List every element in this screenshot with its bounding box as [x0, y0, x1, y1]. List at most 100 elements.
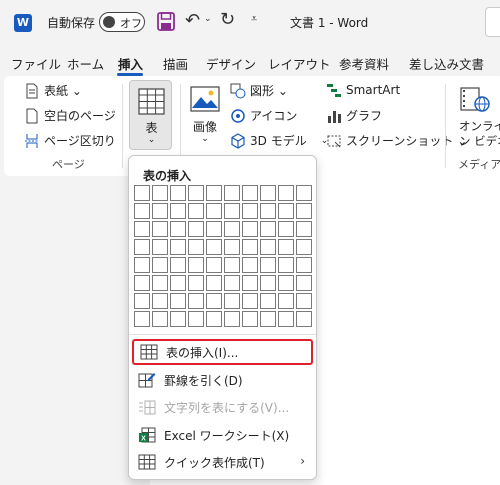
grid-cell[interactable] — [242, 185, 258, 201]
grid-cell[interactable] — [260, 239, 276, 255]
grid-cell[interactable] — [278, 275, 294, 291]
grid-cell[interactable] — [134, 293, 150, 309]
shapes-button[interactable]: 図形 ⌄ — [230, 82, 288, 99]
grid-cell[interactable] — [242, 275, 258, 291]
excel-worksheet-menu-item[interactable]: X Excel ワークシート(X) — [132, 422, 313, 448]
grid-cell[interactable] — [134, 185, 150, 201]
grid-cell[interactable] — [260, 203, 276, 219]
grid-cell[interactable] — [206, 203, 222, 219]
tab-draw[interactable]: 描画 — [163, 54, 188, 73]
grid-cell[interactable] — [296, 203, 312, 219]
grid-cell[interactable] — [188, 311, 204, 327]
save-icon[interactable] — [157, 12, 175, 31]
grid-cell[interactable] — [170, 311, 186, 327]
page-break-button[interactable]: ページ区切り — [24, 132, 116, 149]
grid-cell[interactable] — [206, 293, 222, 309]
grid-cell[interactable] — [224, 239, 240, 255]
grid-cell[interactable] — [188, 275, 204, 291]
autosave-toggle[interactable]: オフ — [99, 12, 145, 32]
grid-cell[interactable] — [278, 257, 294, 273]
grid-cell[interactable] — [278, 185, 294, 201]
grid-cell[interactable] — [296, 221, 312, 237]
grid-cell[interactable] — [260, 275, 276, 291]
grid-cell[interactable] — [134, 311, 150, 327]
grid-cell[interactable] — [278, 239, 294, 255]
grid-cell[interactable] — [206, 257, 222, 273]
grid-cell[interactable] — [260, 221, 276, 237]
grid-cell[interactable] — [260, 185, 276, 201]
icons-button[interactable]: アイコン — [230, 107, 297, 124]
grid-cell[interactable] — [206, 185, 222, 201]
grid-cell[interactable] — [224, 311, 240, 327]
tab-layout[interactable]: レイアウト — [268, 54, 331, 73]
grid-cell[interactable] — [188, 293, 204, 309]
grid-cell[interactable] — [242, 203, 258, 219]
grid-cell[interactable] — [242, 257, 258, 273]
grid-cell[interactable] — [242, 293, 258, 309]
grid-cell[interactable] — [170, 257, 186, 273]
insert-table-menu-item[interactable]: 表の挿入(I)... — [132, 339, 313, 365]
grid-cell[interactable] — [134, 203, 150, 219]
3d-models-button[interactable]: 3D モデル ⌄ — [230, 132, 328, 149]
quick-tables-menu-item[interactable]: クイック表作成(T) › — [132, 449, 313, 475]
grid-cell[interactable] — [206, 239, 222, 255]
grid-cell[interactable] — [260, 257, 276, 273]
undo-dropdown-icon[interactable]: ⌄ — [204, 14, 212, 24]
grid-cell[interactable] — [242, 239, 258, 255]
grid-cell[interactable] — [224, 257, 240, 273]
grid-cell[interactable] — [224, 185, 240, 201]
grid-cell[interactable] — [206, 221, 222, 237]
smartart-button[interactable]: SmartArt — [326, 82, 400, 98]
undo-icon[interactable]: ↶ — [185, 10, 200, 31]
grid-cell[interactable] — [278, 311, 294, 327]
customize-qat-icon[interactable]: ⩡ — [251, 12, 257, 26]
grid-cell[interactable] — [170, 221, 186, 237]
grid-cell[interactable] — [242, 221, 258, 237]
table-button[interactable]: 表 ⌄ — [129, 80, 172, 150]
grid-cell[interactable] — [134, 257, 150, 273]
tab-mailings[interactable]: 差し込み文書 — [409, 54, 484, 73]
grid-cell[interactable] — [134, 221, 150, 237]
grid-cell[interactable] — [152, 293, 168, 309]
grid-cell[interactable] — [278, 221, 294, 237]
tab-insert[interactable]: 挿入 — [118, 54, 143, 73]
grid-cell[interactable] — [188, 185, 204, 201]
online-video-button[interactable]: オンライ ン ビデオ — [452, 80, 500, 150]
grid-cell[interactable] — [224, 203, 240, 219]
grid-cell[interactable] — [296, 239, 312, 255]
grid-cell[interactable] — [296, 311, 312, 327]
grid-cell[interactable] — [188, 203, 204, 219]
grid-cell[interactable] — [296, 293, 312, 309]
tab-design[interactable]: デザイン — [206, 54, 256, 73]
grid-cell[interactable] — [206, 311, 222, 327]
grid-cell[interactable] — [224, 221, 240, 237]
grid-cell[interactable] — [170, 185, 186, 201]
grid-cell[interactable] — [242, 311, 258, 327]
blank-page-button[interactable]: 空白のページ — [24, 107, 116, 124]
grid-cell[interactable] — [224, 275, 240, 291]
grid-cell[interactable] — [170, 275, 186, 291]
picture-button[interactable]: 画像 ⌄ — [186, 80, 224, 150]
grid-cell[interactable] — [170, 203, 186, 219]
grid-cell[interactable] — [152, 203, 168, 219]
chart-button[interactable]: グラフ — [326, 107, 382, 124]
cover-page-button[interactable]: 表紙 ⌄ — [24, 82, 82, 99]
grid-cell[interactable] — [296, 275, 312, 291]
grid-cell[interactable] — [260, 311, 276, 327]
grid-cell[interactable] — [152, 257, 168, 273]
grid-cell[interactable] — [224, 293, 240, 309]
grid-cell[interactable] — [296, 257, 312, 273]
search-box[interactable] — [485, 7, 500, 37]
table-size-grid[interactable] — [134, 185, 314, 329]
draw-table-menu-item[interactable]: 罫線を引く(D) — [132, 367, 313, 393]
grid-cell[interactable] — [152, 221, 168, 237]
grid-cell[interactable] — [152, 239, 168, 255]
redo-icon[interactable]: ↻ — [220, 9, 235, 30]
grid-cell[interactable] — [134, 275, 150, 291]
grid-cell[interactable] — [152, 185, 168, 201]
screenshot-button[interactable]: スクリーンショット ⌄ — [326, 132, 467, 149]
grid-cell[interactable] — [278, 203, 294, 219]
grid-cell[interactable] — [152, 311, 168, 327]
tab-references[interactable]: 参考資料 — [339, 54, 389, 73]
grid-cell[interactable] — [170, 239, 186, 255]
